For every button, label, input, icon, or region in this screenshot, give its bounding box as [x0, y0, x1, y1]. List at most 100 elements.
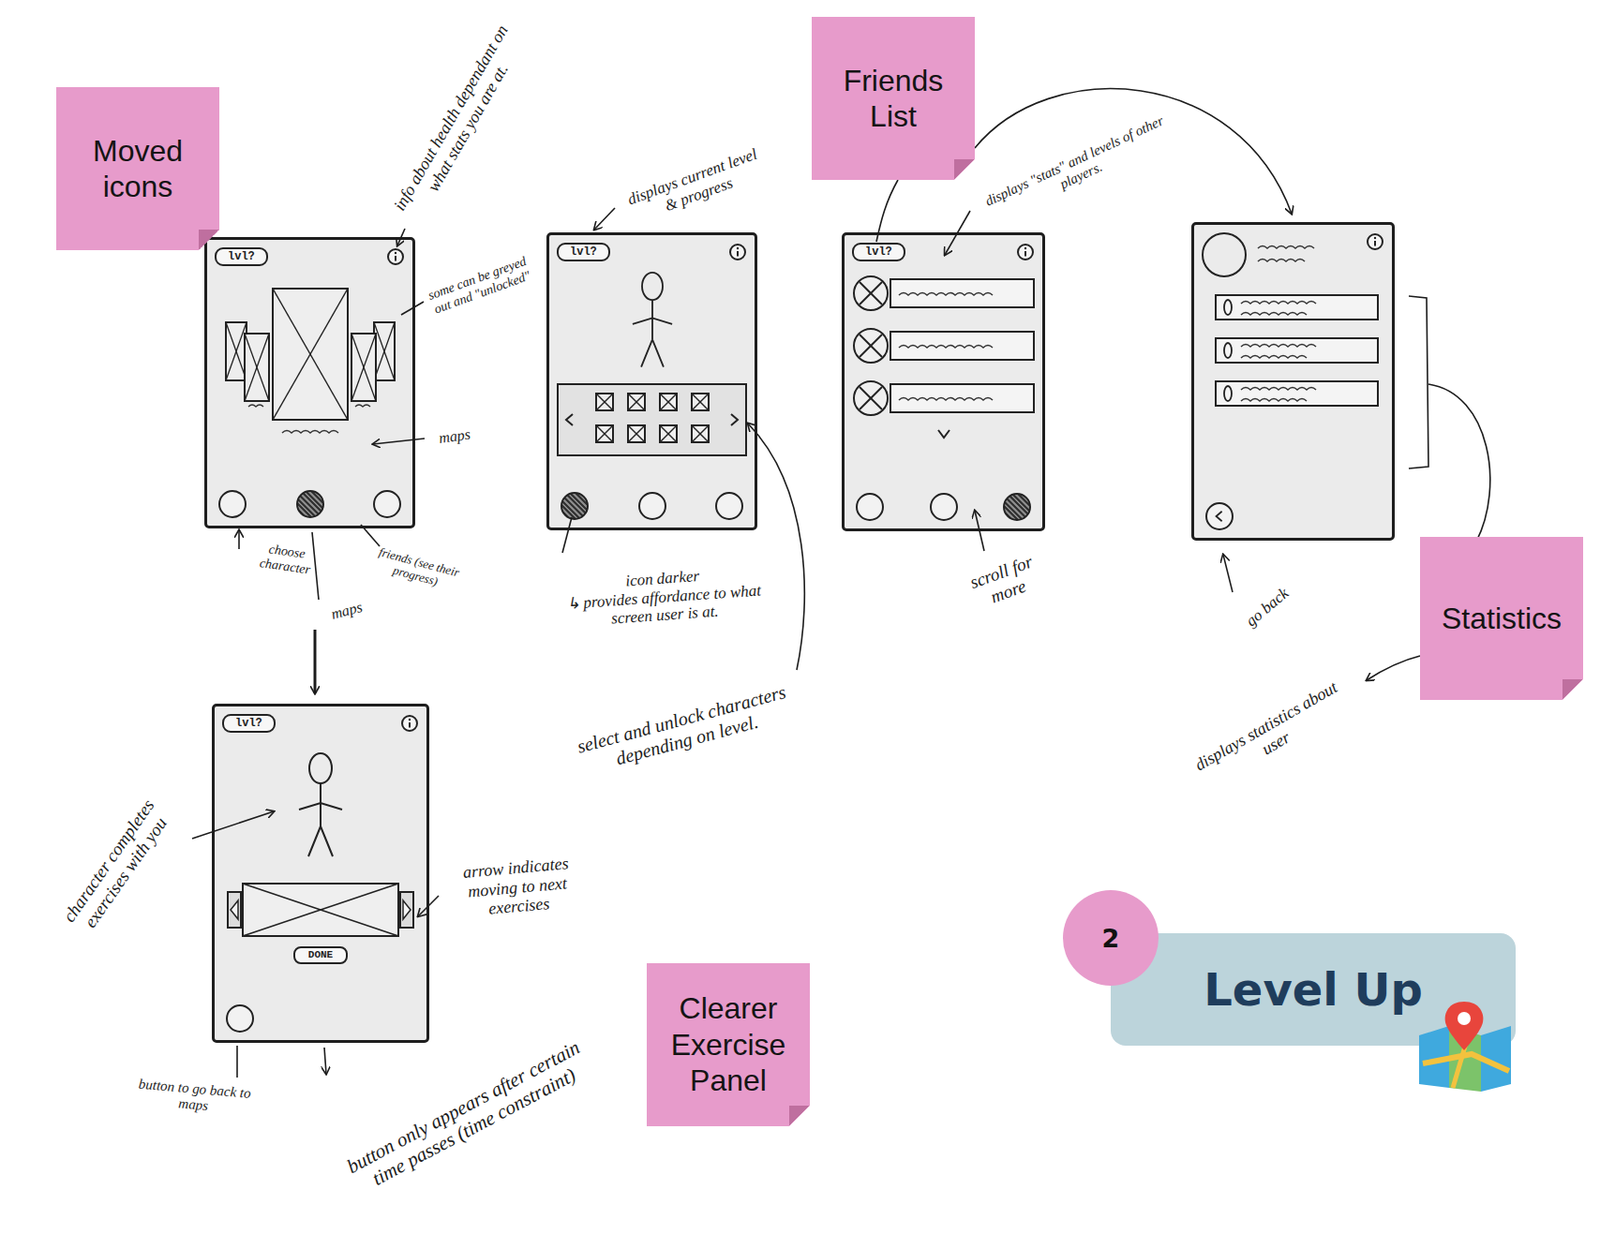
- info-icon: [386, 247, 405, 267]
- level-badge: lvl?: [222, 714, 276, 733]
- statistic-row: [1214, 380, 1379, 407]
- profile-header: [1201, 232, 1385, 278]
- storyboard: Moved iconsFriends ListStatisticsClearer…: [0, 0, 1600, 1234]
- handwritten-note: character completes exercises with you: [49, 782, 186, 953]
- friend-stats-bar: [889, 330, 1035, 361]
- profile-avatar: [1201, 232, 1247, 278]
- image-placeholder-icon: [595, 424, 614, 444]
- character-picker: [556, 383, 748, 457]
- handwritten-note: info about health dependant on what stat…: [386, 15, 533, 231]
- screen-header: lvl?: [556, 242, 748, 262]
- scribble-icon: [1239, 339, 1324, 362]
- scribble-icon: [897, 339, 1001, 353]
- back-icon: [1212, 509, 1227, 524]
- level-badge: lvl?: [556, 242, 611, 262]
- info-icon: [1365, 232, 1385, 252]
- nav-button: [296, 490, 325, 519]
- stat-marker-icon: [1222, 297, 1234, 318]
- arrow-icon: [594, 208, 615, 230]
- maps-button: [225, 1004, 255, 1033]
- handwritten-note: select and unlock characters depending o…: [552, 675, 817, 786]
- info-icon: [728, 242, 748, 262]
- avatar-placeholder-icon: [852, 274, 890, 313]
- stat-marker-icon: [1222, 383, 1234, 404]
- handwritten-note: choose character: [241, 538, 330, 581]
- character-slot: [658, 424, 678, 448]
- done-button: DONE: [293, 946, 348, 965]
- nav-button: [929, 493, 958, 522]
- info-icon: [1016, 242, 1035, 262]
- screen-header: lvl?: [852, 242, 1035, 262]
- nav-bar: [214, 490, 405, 519]
- handwritten-note: scroll for more: [954, 546, 1057, 617]
- sticky-note: Statistics: [1420, 537, 1584, 701]
- stat-marker-icon: [1222, 340, 1234, 361]
- nav-button: [218, 490, 247, 519]
- friend-row: [852, 379, 1035, 418]
- map-carousel: [214, 275, 405, 464]
- previous-icon: [562, 412, 578, 428]
- exercise-video-placeholder-icon: [241, 882, 400, 938]
- arrow-icon: [312, 532, 319, 600]
- statistics-list: [1201, 286, 1385, 407]
- character-slot: [690, 424, 710, 448]
- character-slot: [595, 424, 614, 448]
- image-placeholder-icon: [690, 424, 710, 444]
- character-figure-icon: [619, 270, 686, 374]
- character-preview: [556, 270, 748, 374]
- scribble-icon: [897, 286, 1001, 300]
- arrow-icon: [1428, 384, 1491, 542]
- friend-row: [852, 327, 1035, 365]
- character-slot: [690, 392, 710, 416]
- nav-button: [715, 492, 744, 521]
- arrow-icon: [1223, 554, 1233, 593]
- scribble-icon: [897, 391, 1001, 405]
- section-number: 2: [1062, 890, 1159, 987]
- characters-screen: lvl?: [546, 232, 758, 531]
- left-arrow-tab-icon: [226, 891, 242, 929]
- scroll-indicator: [852, 426, 1035, 442]
- nav-button: [638, 492, 667, 521]
- info-icon: [400, 714, 419, 733]
- friend-stats-bar: [889, 278, 1035, 309]
- handwritten-note: displays "stats" and levels of other pla…: [982, 112, 1175, 225]
- character-slot: [627, 392, 646, 416]
- screen-header: lvl?: [214, 247, 405, 267]
- handwritten-note: displays current level & progress: [623, 144, 768, 227]
- map-icon: [1415, 998, 1515, 1092]
- nav-button: [373, 490, 402, 519]
- arrow-icon: [236, 1046, 239, 1078]
- sticky-note: Clearer Exercise Panel: [646, 963, 810, 1127]
- image-placeholder-icon: [627, 392, 646, 412]
- back-button: [1205, 502, 1234, 531]
- avatar-placeholder-icon: [852, 379, 890, 418]
- statistic-row: [1214, 337, 1379, 364]
- handwritten-note: icon darker ↳ provides affordance to wha…: [563, 562, 764, 631]
- friend-stats-bar: [889, 383, 1035, 414]
- map-carousel-icon: [216, 275, 404, 464]
- arrow-icon: [314, 629, 317, 694]
- handwritten-note: button only appears after certain time p…: [333, 1031, 604, 1203]
- nav-bar: [1201, 502, 1385, 531]
- arrow-icon: [1408, 296, 1429, 469]
- character-figure-icon: [287, 742, 354, 874]
- character-slot: [595, 392, 614, 416]
- nav-button: [1002, 493, 1032, 522]
- handwritten-note: maps: [425, 424, 484, 450]
- scribble-icon: [1239, 296, 1324, 319]
- statistics-screen: [1191, 222, 1395, 541]
- handwritten-note: button to go back to maps: [136, 1076, 253, 1120]
- arrow-icon: [238, 530, 240, 550]
- scribble-icon: [1256, 239, 1322, 267]
- character-slot: [627, 424, 646, 448]
- nav-button: [560, 492, 589, 521]
- handwritten-note: some can be greyed out and "unlocked": [423, 253, 536, 319]
- image-placeholder-icon: [658, 424, 678, 444]
- nav-bar: [852, 493, 1035, 522]
- friend-row: [852, 274, 1035, 313]
- sticky-note: Friends List: [811, 16, 975, 180]
- handwritten-note: friends (see their progress): [373, 545, 463, 595]
- image-placeholder-icon: [658, 392, 678, 412]
- nav-bar: [222, 1004, 419, 1033]
- handwritten-note: go back: [1232, 576, 1302, 639]
